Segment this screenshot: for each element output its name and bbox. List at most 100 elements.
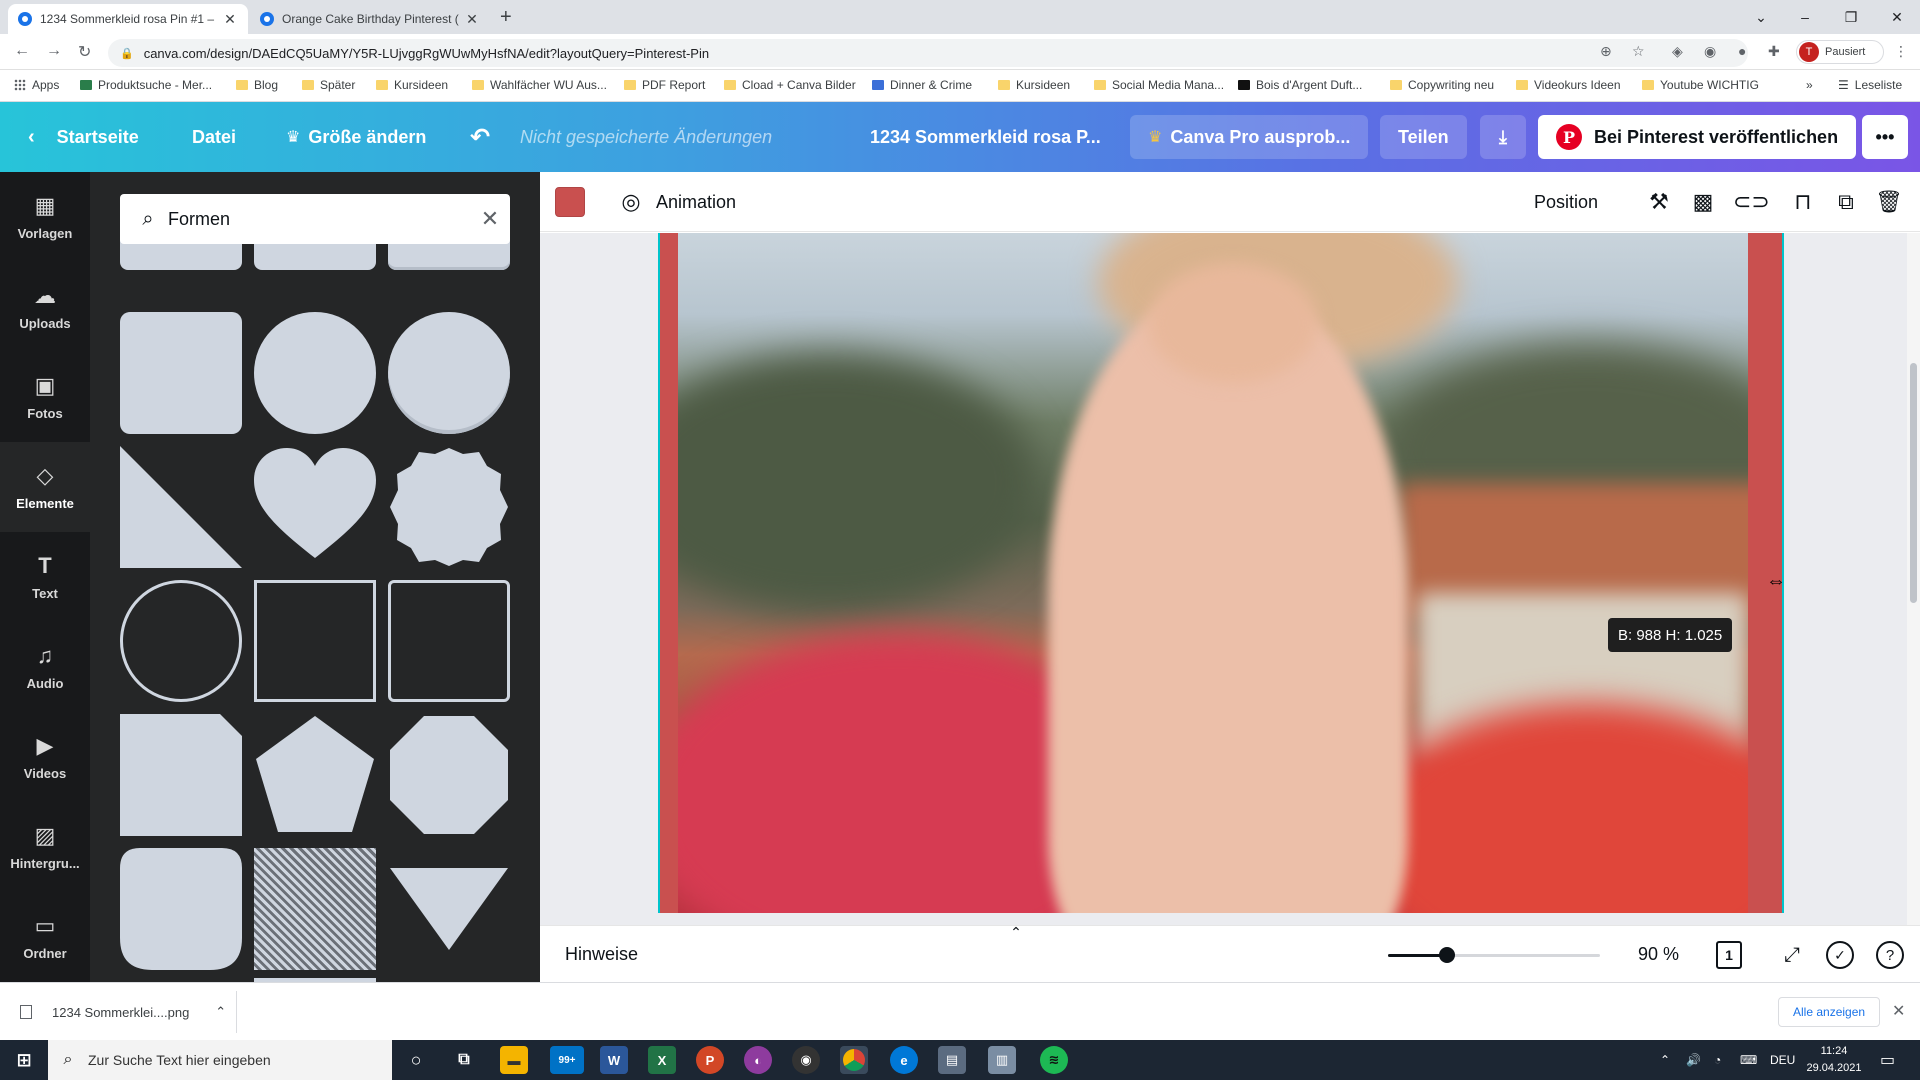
canva-pro-button[interactable]: ♛ Canva Pro ausprob...: [1130, 115, 1369, 159]
canvas-scrollbar[interactable]: [1907, 233, 1920, 925]
language-indicator[interactable]: DEU: [1770, 1040, 1795, 1080]
tab-close-icon[interactable]: ✕: [222, 11, 238, 28]
sidebar-item-photos[interactable]: ▣ Fotos: [0, 352, 90, 442]
task-view-icon[interactable]: ⧉: [450, 1046, 478, 1074]
browser-tab-active[interactable]: 1234 Sommerkleid rosa Pin #1 – ✕: [8, 4, 248, 34]
bookmark-item[interactable]: Dinner & Crime: [872, 78, 972, 92]
sidebar-item-audio[interactable]: ♫ Audio: [0, 622, 90, 712]
search-input[interactable]: ⌕ Formen ✕: [120, 194, 510, 244]
bookmark-folder[interactable]: Cload + Canva Bilder: [724, 78, 856, 92]
shape-cut-corner-square[interactable]: [120, 714, 242, 836]
maximize-button[interactable]: ❐: [1828, 0, 1874, 34]
more-options-button[interactable]: •••: [1862, 115, 1908, 159]
bookmark-folder[interactable]: Kursideen: [376, 78, 448, 92]
zoom-slider[interactable]: [1388, 947, 1600, 963]
powerpoint-icon[interactable]: P: [696, 1046, 724, 1074]
shape-triangle-right[interactable]: [120, 446, 242, 568]
minimize-button[interactable]: –: [1782, 0, 1828, 34]
download-icon[interactable]: ⤓: [1480, 115, 1526, 159]
windows-start-icon[interactable]: ⊞: [10, 1046, 38, 1074]
new-tab-button[interactable]: +: [500, 6, 512, 29]
edge-icon[interactable]: e: [890, 1046, 918, 1074]
word-icon[interactable]: W: [600, 1046, 628, 1074]
mail-icon[interactable]: 99+: [550, 1046, 584, 1074]
reload-icon[interactable]: ↻: [78, 42, 91, 62]
bookmark-folder[interactable]: Youtube WICHTIG: [1642, 78, 1759, 92]
sidebar-item-videos[interactable]: ▶ Videos: [0, 712, 90, 802]
photo-woman-in-dress[interactable]: [678, 233, 1748, 913]
zoom-value[interactable]: 90 %: [1638, 926, 1679, 983]
shape-squircle[interactable]: [120, 848, 242, 970]
cortana-icon[interactable]: ○: [402, 1046, 430, 1074]
shape-rounded-square[interactable]: [120, 312, 242, 434]
link-icon[interactable]: ⊂⊃: [1733, 189, 1770, 215]
zoom-icon[interactable]: ⊕: [1600, 43, 1612, 60]
scrollbar-thumb[interactable]: [1910, 363, 1917, 603]
color-swatch-button[interactable]: [555, 187, 585, 217]
paint-roller-icon[interactable]: ⚒: [1646, 189, 1672, 215]
chrome-menu-icon[interactable]: ⋮: [1894, 43, 1908, 60]
bookmark-star-icon[interactable]: ☆: [1632, 43, 1645, 60]
close-window-button[interactable]: ✕: [1874, 0, 1920, 34]
chevron-up-icon[interactable]: ⌃: [215, 1004, 226, 1020]
publish-pinterest-button[interactable]: P Bei Pinterest veröffentlichen: [1538, 115, 1857, 159]
transparency-icon[interactable]: ▩: [1690, 189, 1716, 215]
animation-button[interactable]: Animation: [656, 172, 736, 232]
shape-square-outline[interactable]: [254, 580, 376, 702]
tray-chevron-icon[interactable]: ⌃: [1660, 1040, 1670, 1080]
shape-circle[interactable]: [254, 312, 376, 434]
shape-pentagon[interactable]: [254, 714, 376, 836]
lock-icon[interactable]: ⊓: [1790, 189, 1816, 215]
home-button[interactable]: ‹ Startseite: [28, 102, 139, 172]
shape-badge[interactable]: [388, 446, 510, 568]
clock[interactable]: 11:24 29.04.2021: [1806, 1043, 1862, 1077]
sidebar-item-background[interactable]: ▨ Hintergru...: [0, 802, 90, 892]
url-field[interactable]: 🔒 canva.com/design/DAEdCQ5UaMY/Y5R-LUjvg…: [108, 39, 1748, 67]
bookmark-folder[interactable]: Später: [302, 78, 355, 92]
share-button[interactable]: Teilen: [1380, 115, 1467, 159]
shape-heart[interactable]: [254, 446, 376, 568]
shape-octagon[interactable]: [388, 714, 510, 836]
browser-tab[interactable]: Orange Cake Birthday Pinterest ( ✕: [250, 4, 490, 34]
design-page[interactable]: [658, 233, 1784, 913]
chrome-icon[interactable]: [840, 1046, 868, 1074]
back-icon[interactable]: ←: [14, 42, 30, 60]
file-menu-button[interactable]: Datei: [192, 102, 236, 172]
keyboard-icon[interactable]: ⌨: [1740, 1040, 1757, 1080]
bookmark-folder[interactable]: Kursideen: [998, 78, 1070, 92]
resize-button[interactable]: ♛ Größe ändern: [286, 102, 426, 172]
bookmark-folder[interactable]: Copywriting neu: [1390, 78, 1494, 92]
taskbar-search-input[interactable]: ⌕ Zur Suche Text hier eingeben: [48, 1040, 392, 1080]
clear-search-icon[interactable]: ✕: [470, 206, 510, 232]
zoom-slider-handle[interactable]: [1439, 947, 1456, 963]
chevron-up-icon[interactable]: ⌃: [1002, 918, 1030, 946]
profile-button[interactable]: T Pausiert: [1796, 40, 1884, 64]
fullscreen-icon[interactable]: ⤢: [1778, 941, 1806, 969]
show-all-downloads-button[interactable]: Alle anzeigen: [1778, 997, 1881, 1027]
sidebar-item-folder[interactable]: ▭ Ordner: [0, 892, 90, 982]
shape-striped-pattern[interactable]: [254, 848, 376, 970]
notification-icon[interactable]: ▭: [1880, 1040, 1895, 1080]
tab-close-icon[interactable]: ✕: [464, 11, 480, 28]
close-downloads-icon[interactable]: ✕: [1892, 1001, 1905, 1021]
page-count-button[interactable]: 1: [1716, 941, 1742, 969]
forward-icon[interactable]: →: [46, 42, 62, 60]
obs-icon[interactable]: ◉: [792, 1046, 820, 1074]
extension-icon[interactable]: ◉: [1704, 43, 1716, 60]
bookmark-folder[interactable]: PDF Report: [624, 78, 705, 92]
bookmark-folder[interactable]: Blog: [236, 78, 278, 92]
extension-icon[interactable]: ◈: [1672, 43, 1683, 60]
sidebar-item-templates[interactable]: ▦ Vorlagen: [0, 172, 90, 262]
bookmarks-overflow-button[interactable]: »: [1806, 78, 1813, 92]
app-icon[interactable]: ◐: [744, 1046, 772, 1074]
volume-icon[interactable]: 🔊: [1686, 1040, 1701, 1080]
shape-circle-shadow[interactable]: [388, 312, 510, 434]
sidebar-item-text[interactable]: T Text: [0, 532, 90, 622]
file-explorer-icon[interactable]: ▬: [500, 1046, 528, 1074]
shape-rounded-square-outline[interactable]: [388, 580, 510, 702]
design-title[interactable]: 1234 Sommerkleid rosa P...: [870, 102, 1101, 172]
excel-icon[interactable]: X: [648, 1046, 676, 1074]
shape-circle-outline[interactable]: [120, 580, 242, 702]
notes-button[interactable]: Hinweise: [565, 926, 638, 983]
check-icon[interactable]: ✓: [1826, 941, 1854, 969]
